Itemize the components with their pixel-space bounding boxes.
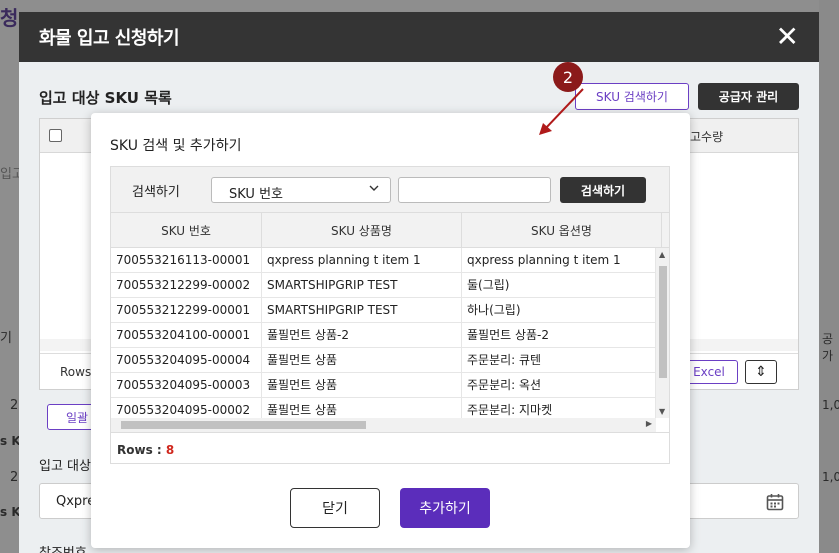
modal-header: 화물 입고 신청하기 ✕	[19, 12, 819, 62]
cell-sku-option: 풀필먼트 상품-2	[462, 323, 656, 348]
add-button[interactable]: 추가하기	[400, 488, 490, 528]
rows-count-label: Rows : 8	[117, 443, 175, 457]
cell-sku-option: 주문분리: 큐텐	[462, 348, 656, 373]
table-row[interactable]: 700553204095-00003 풀필먼트 상품 주문분리: 옥션	[111, 373, 656, 398]
supplier-manage-button[interactable]: 공급자 관리	[698, 83, 799, 110]
grid-body: 700553216113-00001 qxpress planning t it…	[111, 248, 656, 418]
background-fragment: 공가	[822, 332, 834, 363]
scroll-right-icon[interactable]: ▶	[646, 419, 652, 428]
scrollbar-thumb[interactable]	[121, 421, 366, 429]
scroll-up-icon[interactable]: ▲	[659, 250, 665, 259]
background-fragment: 1,0	[822, 398, 839, 412]
column-header-sku-name[interactable]: SKU 상품명	[262, 213, 462, 248]
cell-sku-number: 700553204095-00003	[111, 373, 262, 398]
rows-count: 8	[165, 443, 175, 457]
cell-sku-number: 700553204100-00001	[111, 323, 262, 348]
column-header-stock: 고수량	[690, 130, 724, 144]
calendar-icon[interactable]	[766, 493, 784, 511]
search-label: 검색하기	[132, 185, 180, 200]
scrollbar-thumb[interactable]	[659, 266, 667, 378]
table-row[interactable]: 700553204095-00002 풀필먼트 상품 주문분리: 지마켓	[111, 398, 656, 418]
table-row[interactable]: 700553212299-00001 SMARTSHIPGRIP TEST 하나…	[111, 298, 656, 323]
table-row[interactable]: 700553216113-00001 qxpress planning t it…	[111, 248, 656, 273]
search-button[interactable]: 검색하기	[560, 177, 646, 203]
reference-label: 참조번호	[39, 542, 87, 553]
dialog-title: SKU 검색 및 추가하기	[110, 138, 242, 154]
section-title: 입고 대상 SKU 목록	[39, 89, 172, 107]
chevron-down-icon	[369, 185, 379, 191]
rows-label: Rows	[60, 365, 92, 379]
cell-sku-option: 주문분리: 지마켓	[462, 398, 656, 418]
cell-sku-name: 풀필먼트 상품	[262, 398, 462, 418]
table-row[interactable]: 700553204100-00001 풀필먼트 상품-2 풀필먼트 상품-2	[111, 323, 656, 348]
background-page-title: 청	[0, 6, 19, 30]
scroll-down-icon[interactable]: ▼	[659, 407, 665, 416]
vertical-scrollbar[interactable]: ▲ ▼	[656, 248, 669, 418]
cell-sku-option: 하나(그립)	[462, 298, 656, 323]
sku-search-dialog: SKU 검색 및 추가하기 검색하기 SKU 번호 검색하기 SKU 번호 SK…	[91, 113, 690, 548]
search-type-value: SKU 번호	[229, 187, 283, 202]
column-header-sku-option[interactable]: SKU 옵션명	[462, 213, 662, 248]
grid-footer: Rows : 8	[111, 432, 669, 463]
close-icon[interactable]: ✕	[776, 23, 799, 51]
background-fragment: 기	[0, 331, 12, 346]
close-button[interactable]: 닫기	[290, 488, 380, 528]
cell-sku-option: 둘(그립)	[462, 273, 656, 298]
cell-sku-number: 700553204095-00002	[111, 398, 262, 418]
search-input[interactable]	[398, 177, 551, 203]
cell-sku-number: 700553216113-00001	[111, 248, 262, 273]
search-bar: 검색하기 SKU 번호 검색하기	[110, 166, 670, 212]
expand-icon[interactable]: ⇕	[745, 360, 777, 384]
table-row[interactable]: 700553212299-00002 SMARTSHIPGRIP TEST 둘(…	[111, 273, 656, 298]
cell-sku-name: qxpress planning t item 1	[262, 248, 462, 273]
cell-sku-number: 700553204095-00004	[111, 348, 262, 373]
table-row[interactable]: 700553204095-00004 풀필먼트 상품 주문분리: 큐텐	[111, 348, 656, 373]
grid-header: SKU 번호 SKU 상품명 SKU 옵션명	[111, 213, 669, 248]
bulk-button[interactable]: 일괄	[47, 404, 97, 430]
cell-sku-option: qxpress planning t item 1	[462, 248, 656, 273]
modal-title: 화물 입고 신청하기	[39, 28, 180, 49]
target-label: 입고 대상	[39, 459, 91, 474]
background-fragment: 1,0	[822, 470, 839, 484]
cell-sku-name: 풀필먼트 상품	[262, 373, 462, 398]
cell-sku-number: 700553212299-00002	[111, 273, 262, 298]
annotation-arrow-icon	[539, 88, 584, 135]
sku-results-grid: SKU 번호 SKU 상품명 SKU 옵션명 700553216113-0000…	[110, 212, 670, 464]
cell-sku-number: 700553212299-00001	[111, 298, 262, 323]
cell-sku-name: 풀필먼트 상품	[262, 348, 462, 373]
search-type-select[interactable]: SKU 번호	[211, 177, 391, 203]
select-all-checkbox[interactable]	[49, 129, 62, 142]
column-header-sku-number[interactable]: SKU 번호	[111, 213, 262, 248]
cell-sku-option: 주문분리: 옥션	[462, 373, 656, 398]
cell-sku-name: SMARTSHIPGRIP TEST	[262, 273, 462, 298]
cell-sku-name: SMARTSHIPGRIP TEST	[262, 298, 462, 323]
horizontal-scrollbar[interactable]: ▶	[111, 418, 656, 432]
cell-sku-name: 풀필먼트 상품-2	[262, 323, 462, 348]
